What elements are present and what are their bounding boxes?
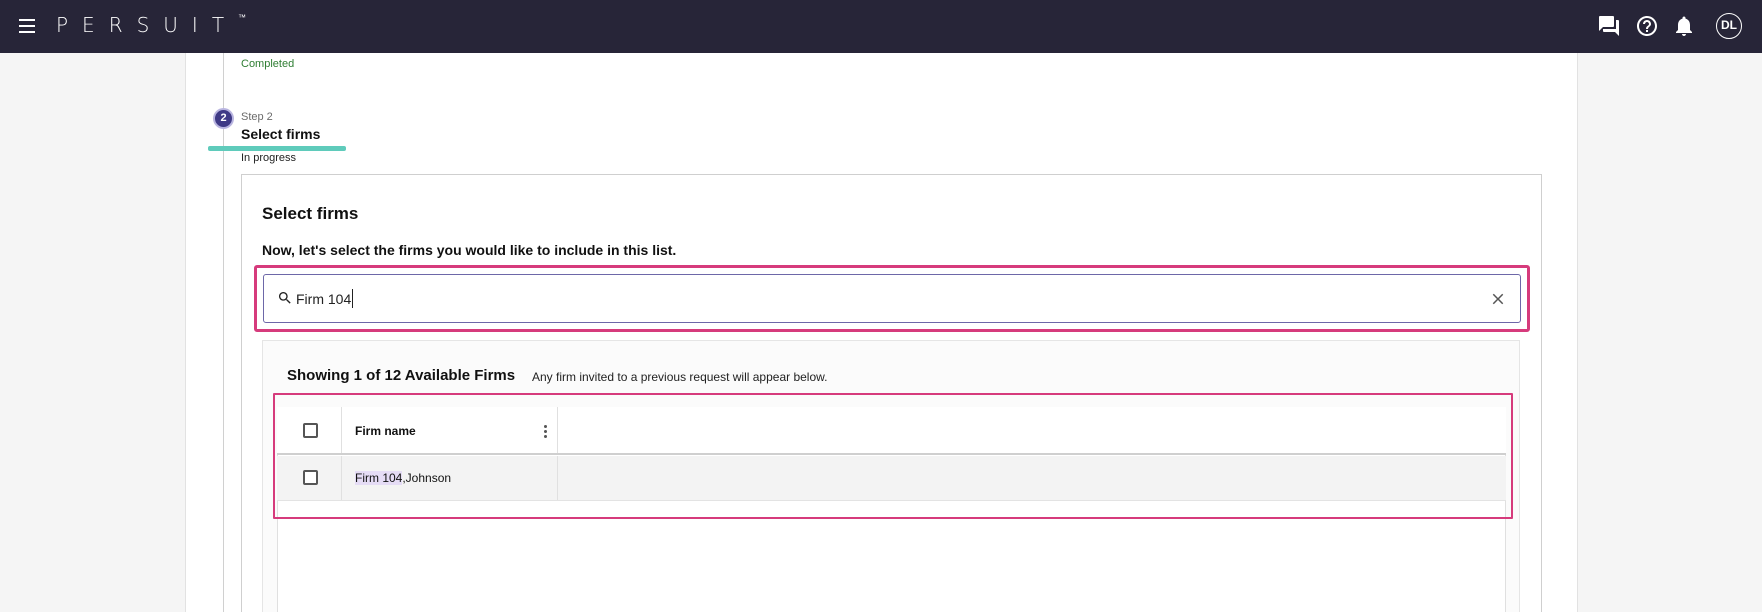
step-1-status: Completed [241,58,295,70]
persuit-logo[interactable]: PERSUIT™ [56,13,246,37]
close-icon[interactable] [1489,290,1507,308]
results-note: Any firm invited to a previous request w… [532,370,828,384]
top-navigation-bar: PERSUIT™ DL [0,0,1762,53]
help-icon[interactable] [1635,14,1659,38]
firm-search-field[interactable] [263,274,1521,323]
chat-icon[interactable] [1597,14,1621,38]
bell-icon[interactable] [1672,14,1696,38]
step-2-status: In progress [241,152,297,164]
table-highlight-frame [273,393,1513,519]
hamburger-menu-icon[interactable] [16,15,38,37]
search-icon [277,290,293,306]
panel-instructions: Now, let's select the firms you would li… [262,242,677,258]
text-cursor [352,289,353,308]
search-input[interactable] [296,288,1446,310]
step-2-label: Step 2 [241,111,273,123]
step-2-progress-bar [208,146,346,151]
step-2-title[interactable]: Select firms [241,126,320,142]
step-2-number-badge: 2 [213,108,234,129]
stepper-connector-line [223,53,224,612]
panel-title: Select firms [262,204,359,223]
user-avatar[interactable]: DL [1716,13,1742,39]
results-count-heading: Showing 1 of 12 Available Firms [287,367,516,384]
